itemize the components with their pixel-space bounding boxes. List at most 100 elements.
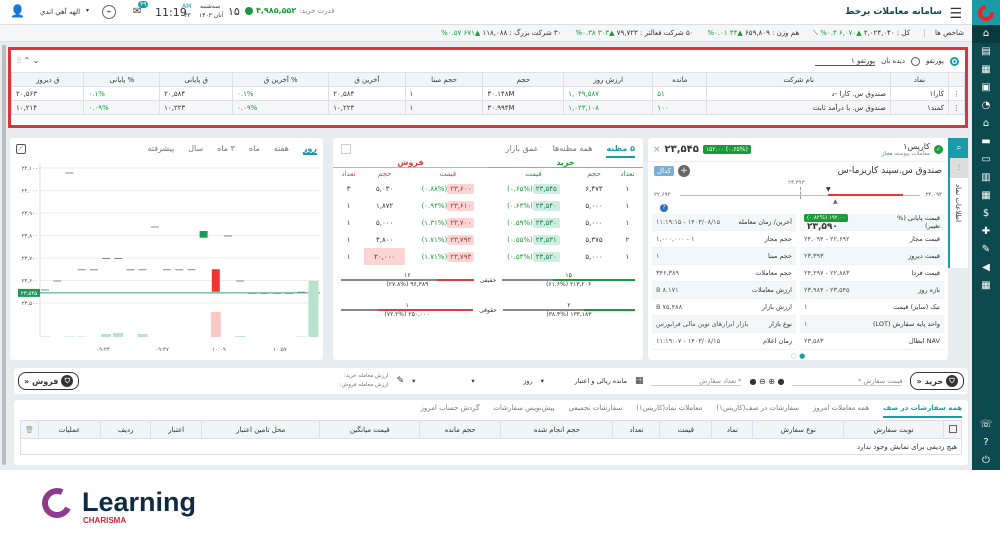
settings-sliders-icon[interactable]: ⫶ [950,158,968,178]
dollar-icon[interactable]: $ [972,205,1000,223]
add-user-icon[interactable]: ✚ [972,223,1000,241]
orders-tab[interactable]: سفارشات در صف(کاریس۱) [716,404,799,418]
column-header[interactable]: قیمت میانگین [319,420,421,439]
validity-select[interactable]: روز [483,377,532,385]
user-menu[interactable]: الهه آهي اندي [40,8,80,16]
card-icon[interactable]: ▭ [972,151,1000,169]
info-value: ۱ [804,320,808,328]
column-header[interactable]: نماد [711,420,754,439]
column-header[interactable]: مانده [652,72,708,87]
column-header[interactable]: حجم [482,72,565,87]
column-header[interactable]: تعداد [612,420,661,439]
column-header[interactable]: نوبت سفارش [843,420,944,439]
help-icon[interactable]: ? [660,204,668,212]
quantity-input[interactable]: * تعداد سفارش [651,377,742,386]
grid-icon[interactable]: ▦ [972,277,1000,295]
codal-button[interactable]: کدال [654,166,675,176]
symbol-info-grid: قیمت پایانی (% تغییر) (۰.۸۲%) ۱۹۲.۰۰۲۳,۵۹… [648,213,948,350]
table-row[interactable]: ⋮ کمند۱ صندوق س. با درآمد ثابت ۱۰۰ ۱,۰۲۳,۱۰۸… [10,100,965,115]
column-header[interactable]: % آخرین ق [232,72,330,87]
table-row[interactable]: ⋮ کارا۱ صندوق س. کارا -د ۵۱ ۱,۰۴۹,۵۸۷ ۳۰.۱۴۸M… [10,86,965,101]
calculator-icon[interactable]: ▦ [635,376,644,386]
eraser-icon[interactable]: ✎ [397,376,405,386]
connection-icon[interactable]: ⌁ [102,5,116,19]
help-icon[interactable]: ? [972,434,1000,452]
column-header[interactable]: قیمت [659,420,713,439]
report-icon[interactable]: ▥ [972,169,1000,187]
column-header[interactable]: اعتبار [150,420,202,439]
column-header[interactable]: ردیف [99,420,152,439]
price-input[interactable]: قیمت سفارش * [792,377,903,386]
column-header[interactable]: حجم مانده [419,420,502,439]
column-header[interactable]: نماد [889,72,950,87]
chevron-down-icon[interactable]: ▾ [86,7,89,14]
portfolio-select[interactable]: پورتفو ۱ [815,57,876,66]
price-step-buttons[interactable]: ● ⊕ ⊖ ● [749,377,784,386]
index-item[interactable]: هم وزن : ۶۵۹,۸۰۹ ▲۴۴ ۰.۰۱% [707,29,799,37]
scrollbar[interactable] [2,45,6,465]
candlestick-chart[interactable]: ۲۴,۱۰۰ ۲۴,۰۰۰ ۲۳,۹۰۰ ۲۳,۸۰۰ ۲۳,۷۰۰ ۲۳,۶۰۰ ۲۳,۵… [10,138,323,360]
support-icon[interactable]: ☏ [972,416,1000,434]
column-header[interactable]: ارزش روز [563,72,654,87]
column-header[interactable]: آخرین ق [328,72,406,87]
pager-dots[interactable]: ○ ● [648,352,948,360]
column-header[interactable]: نوع سفارش [752,420,844,439]
column-header[interactable]: ق پایانی [159,72,234,87]
buy-button[interactable]: ⛉ خرید « [910,372,964,390]
column-header[interactable]: ق دیروز [10,72,85,87]
radio-portfolio[interactable] [950,56,959,66]
add-icon[interactable]: + [678,165,691,177]
orderbook-row[interactable]: ۱ ۶,۴۷۳ ۲۳,۵۴۵(۰.۶۵%) ۲۳,۶۰۰(۰.۸۸%) ۵,۰۳۰ ۳ [333,180,643,197]
document-icon[interactable]: ▤ [972,43,1000,61]
briefcase-icon[interactable]: ▣ [972,79,1000,97]
calculator-icon[interactable]: ▦ [972,187,1000,205]
orderbook-row[interactable]: ۱ ۵,۰۰۰ ۲۳,۵۲۰(۰.۵۴%) ۲۳,۷۹۳(۱.۷۱%) ۲۰,۰۰۰ ۱ [333,248,643,265]
index-item[interactable]: کل : ۲,۰۲۴,۰۴۰ ▲۶,۰۷۰ ۰.۳% ⟋ [813,29,910,38]
bank-icon[interactable]: ⌂ [972,115,1000,133]
menu-icon[interactable]: ☰ [949,6,962,22]
list-icon[interactable]: ▦ [972,61,1000,79]
column-header[interactable]: عملیات [38,420,101,439]
orders-tab[interactable]: همه معاملات امروز [813,404,869,418]
orders-tab[interactable]: همه سفارشات در صف [883,404,962,418]
radio-watchlist[interactable] [910,56,920,66]
chevron-up-icon[interactable]: ⌃ [24,56,31,65]
orders-tab[interactable]: معاملات نماد(کاریس۱) [636,404,702,418]
sell-button[interactable]: ⛉ فروش « [18,372,80,390]
close-icon[interactable]: × [653,145,661,155]
tab-symbol-info[interactable]: اطلاعات نماد [950,178,966,228]
chart-toggle-icon[interactable] [341,144,351,154]
balance-select[interactable]: مانده ریالی و اعتبار [552,377,626,385]
orderbook-row[interactable]: ۲ ۵,۳۷۵ ۲۳,۵۳۱(۰.۵۵%) ۲۳,۷۹۲(۱.۷۱%) ۴,۸۰۰ ۱ [333,231,643,248]
orders-tab[interactable]: گردش حساب امروز [421,404,480,418]
index-item[interactable]: ۳۰ شرکت بزرگ : ۱۱۸,۰۸۸ ▲۶۷۱ ۰.۵۷% [441,29,561,37]
chevron-down-icon[interactable]: ⌄ [33,56,40,65]
power-icon[interactable]: ⏻ [972,452,1000,470]
column-header[interactable]: % پایانی [83,72,161,87]
column-header[interactable]: محل تامین اعتبار [200,420,321,439]
select-all-checkbox[interactable] [948,424,957,433]
user-icon[interactable]: 👤 [10,4,25,18]
column-header[interactable]: حجم مبنا [404,72,484,87]
orderbook-row[interactable]: ۱ ۵,۰۰۰ ۲۳,۵۴۰(۰.۶۳%) ۲۳,۶۱۰(۰.۹۳%) ۱,۸۷۲ ۱ [333,197,643,214]
row-menu-icon[interactable]: ⋮ [948,86,965,101]
wallet-icon[interactable]: ▬ [972,133,1000,151]
column-header[interactable]: نام شرکت [706,72,891,87]
tab-all-levels[interactable]: همه مظنه‌ها [553,144,593,158]
home-icon[interactable]: ⌂ [972,25,1000,43]
pie-chart-icon[interactable]: ◔ [972,97,1000,115]
edit-icon[interactable]: ✎ [972,241,1000,259]
orders-tab[interactable]: پیش‌نویس سفارشات [493,404,554,418]
tab-5-levels[interactable]: ۵ مظنه [606,144,635,158]
search-icon[interactable]: ⌕ [950,138,968,158]
column-header[interactable]: حجم انجام شده [500,420,614,439]
info-icon[interactable] [245,6,253,15]
orders-tab[interactable]: سفارشات تجمیعی [569,404,623,418]
orderbook-row[interactable]: ۱ ۵,۰۰۰ ۲۳,۵۳۰(۰.۵۹%) ۲۳,۷۰۰(۱.۳۱%) ۵,۰۰۰ ۱ [333,214,643,231]
row-menu-icon[interactable]: ⋮ [948,100,965,115]
settings-sliders-icon[interactable]: ⫶⫶ [17,56,21,65]
tab-market-depth[interactable]: عمق بازار [505,144,538,158]
megaphone-icon[interactable]: ◀ [972,259,1000,277]
index-item[interactable]: ۵۰ شرکت فعالتر : ۷۹,۷۲۳ ▲۳۰۳ ۰.۳۸% [575,29,693,37]
trash-icon[interactable]: 🗑 [20,420,39,439]
